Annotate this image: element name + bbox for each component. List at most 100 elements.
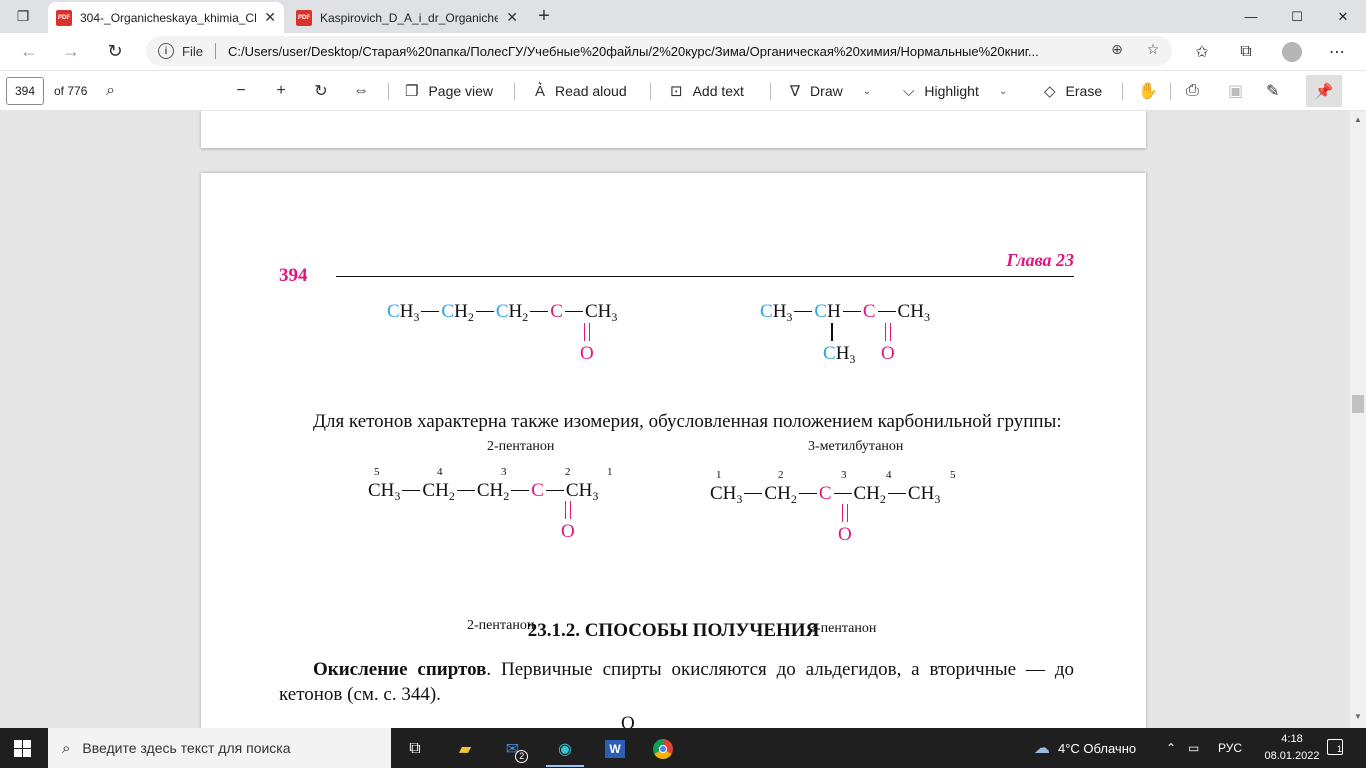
formula-2-pentanone-numbered: CH3 CH2 CH2 C CH3 [368, 480, 599, 503]
zoom-in-icon[interactable]: + [272, 80, 290, 102]
carbon-number: 5 [374, 466, 380, 478]
more-menu-icon[interactable]: ⋯ [1323, 38, 1351, 66]
system-clock[interactable]: 4:18 08.01.2022 [1262, 731, 1322, 765]
formula-3-methylbutanone: CH3 CH C CH3 [760, 301, 930, 324]
language-indicator[interactable]: РУС [1218, 728, 1242, 768]
windows-start-icon[interactable] [14, 740, 31, 757]
file-explorer-icon[interactable]: ▰ [444, 734, 486, 764]
refresh-icon[interactable]: ↻ [100, 37, 130, 65]
pdf-toolbar: 394 of 776 ⌕ − + ↻ ⇔ ❐ Page view A͛ Read… [0, 70, 1366, 111]
scroll-thumb[interactable] [1352, 395, 1364, 413]
caption-3-methylbutanone: 3-метилбутанон [808, 439, 904, 454]
chevron-down-icon[interactable]: ⌄ [863, 86, 871, 97]
erase-button[interactable]: ◇ Erase [1044, 80, 1102, 102]
close-tab-icon[interactable]: ✕ [264, 9, 276, 26]
eraser-icon: ◇ [1044, 83, 1056, 100]
search-placeholder: Введите здесь текст для поиска [82, 740, 291, 756]
show-hidden-icons[interactable]: ⌃ [1166, 728, 1176, 768]
mail-icon[interactable]: ✉ 2 [496, 734, 538, 764]
scheme-label: File [182, 43, 203, 59]
page-number: 394 [279, 265, 308, 286]
page-view-button[interactable]: ❐ Page view [405, 80, 493, 102]
divider [650, 83, 651, 100]
touch-hand-icon[interactable]: ✋ [1138, 80, 1158, 102]
collections-icon[interactable]: ⧉ [1232, 38, 1260, 66]
paragraph-oxidation: Окисление спиртов. Первичные спирты окис… [279, 657, 1074, 707]
divider [388, 83, 389, 100]
carbon-number: 2 [778, 469, 784, 481]
zoom-icon[interactable]: ⊕ [1108, 40, 1126, 58]
divider [514, 83, 515, 100]
carbon-number: 5 [950, 469, 956, 481]
print-icon[interactable]: ⎙ [1186, 80, 1199, 102]
active-app-indicator [546, 765, 584, 767]
read-aloud-icon: A͛ [535, 82, 546, 100]
profile-avatar[interactable] [1282, 42, 1302, 62]
url-box[interactable]: i File C:/Users/user/Desktop/Старая%20па… [146, 36, 1172, 66]
highlight-icon: ⌵ [903, 82, 915, 100]
favorites-icon[interactable]: ✩ [1188, 38, 1216, 66]
chrome-icon[interactable] [642, 734, 684, 764]
new-tab-button[interactable]: + [532, 5, 556, 27]
save-as-icon[interactable]: ✎ [1266, 80, 1279, 102]
tab-kaspirovich[interactable]: PDF Kaspirovich_D_A_i_dr_Organiche ✕ [288, 2, 526, 33]
search-icon[interactable]: ⌕ [106, 80, 115, 102]
draw-icon: ∇ [790, 83, 801, 100]
edge-browser-icon[interactable]: ◉ [544, 734, 586, 764]
info-icon[interactable]: i [158, 43, 174, 59]
clock-date: 08.01.2022 [1264, 750, 1320, 762]
double-bond [565, 501, 571, 519]
cloud-icon: ☁ [1034, 740, 1050, 757]
scroll-down-icon[interactable]: ▼ [1354, 712, 1362, 721]
document-viewport[interactable]: 394 Глава 23 CH3 CH2 CH2 C CH3 O 2-пентанон … [0, 111, 1350, 728]
add-favorite-icon[interactable]: ☆ [1144, 40, 1162, 58]
pin-toolbar-icon[interactable]: 📌 [1306, 75, 1342, 107]
carbon-number: 4 [886, 469, 892, 481]
oxygen-atom: O [881, 343, 895, 364]
pdf-page: 394 Глава 23 CH3 CH2 CH2 C CH3 O 2-пентанон … [201, 173, 1146, 728]
highlight-label: Highlight [924, 83, 979, 99]
network-icon[interactable]: ▭ [1188, 728, 1199, 768]
close-tab-icon[interactable]: ✕ [506, 9, 518, 26]
search-icon: ⌕ [62, 739, 71, 757]
methyl-branch: CH3 [823, 343, 856, 366]
erase-label: Erase [1065, 83, 1103, 99]
forward-arrow-icon[interactable]: → [56, 37, 86, 65]
divider [770, 83, 771, 100]
minimize-button[interactable]: — [1228, 0, 1274, 33]
carbon-number: 1 [607, 466, 613, 478]
taskbar-search[interactable]: ⌕ Введите здесь текст для поиска [48, 728, 391, 768]
weather-widget[interactable]: ☁ 4°C Облачно [1034, 728, 1136, 768]
add-text-label: Add text [692, 83, 744, 99]
add-text-button[interactable]: ⊡ Add text [670, 80, 744, 102]
clock-time: 4:18 [1281, 733, 1303, 745]
fit-width-icon[interactable]: ⇔ [352, 80, 370, 102]
url-text[interactable]: C:/Users/user/Desktop/Старая%20папка/Пол… [228, 44, 1098, 59]
page-number-input[interactable]: 394 [6, 77, 44, 105]
tab-organicheskaya-khimia[interactable]: PDF 304-_Organicheskaya_khimia_Ch ✕ [48, 2, 284, 33]
read-aloud-button[interactable]: A͛ Read aloud [535, 80, 627, 102]
tab-actions-icon[interactable]: ❐ [8, 5, 38, 27]
scroll-up-icon[interactable]: ▲ [1354, 115, 1362, 124]
carbon-number: 3 [841, 469, 847, 481]
back-arrow-icon[interactable]: ← [14, 37, 44, 65]
taskbar: ⌕ Введите здесь текст для поиска ⧉ ▰ ✉ 2 … [0, 728, 1366, 768]
page-view-label: Page view [428, 83, 494, 99]
chevron-down-icon[interactable]: ⌄ [999, 86, 1007, 97]
carbon-number: 3 [501, 466, 507, 478]
zoom-out-icon[interactable]: − [232, 80, 250, 102]
notification-icon[interactable]: 1 [1327, 739, 1343, 755]
vertical-scrollbar[interactable] [1350, 111, 1366, 728]
save-icon[interactable]: ▣ [1228, 80, 1243, 102]
rotate-icon[interactable]: ↻ [312, 80, 330, 102]
task-view-icon[interactable]: ⧉ [394, 734, 436, 764]
paragraph-isomerism: Для кетонов характерна также изомерия, о… [313, 411, 1062, 432]
close-window-button[interactable]: ✕ [1320, 0, 1366, 33]
highlight-button[interactable]: ⌵ Highlight ⌄ [903, 80, 1007, 102]
word-icon[interactable]: W [594, 734, 636, 764]
read-aloud-label: Read aloud [555, 83, 627, 99]
draw-button[interactable]: ∇ Draw ⌄ [790, 80, 871, 102]
tab-title: Kaspirovich_D_A_i_dr_Organiche [320, 10, 499, 25]
maximize-button[interactable]: ☐ [1274, 0, 1320, 33]
divider [1122, 83, 1123, 100]
